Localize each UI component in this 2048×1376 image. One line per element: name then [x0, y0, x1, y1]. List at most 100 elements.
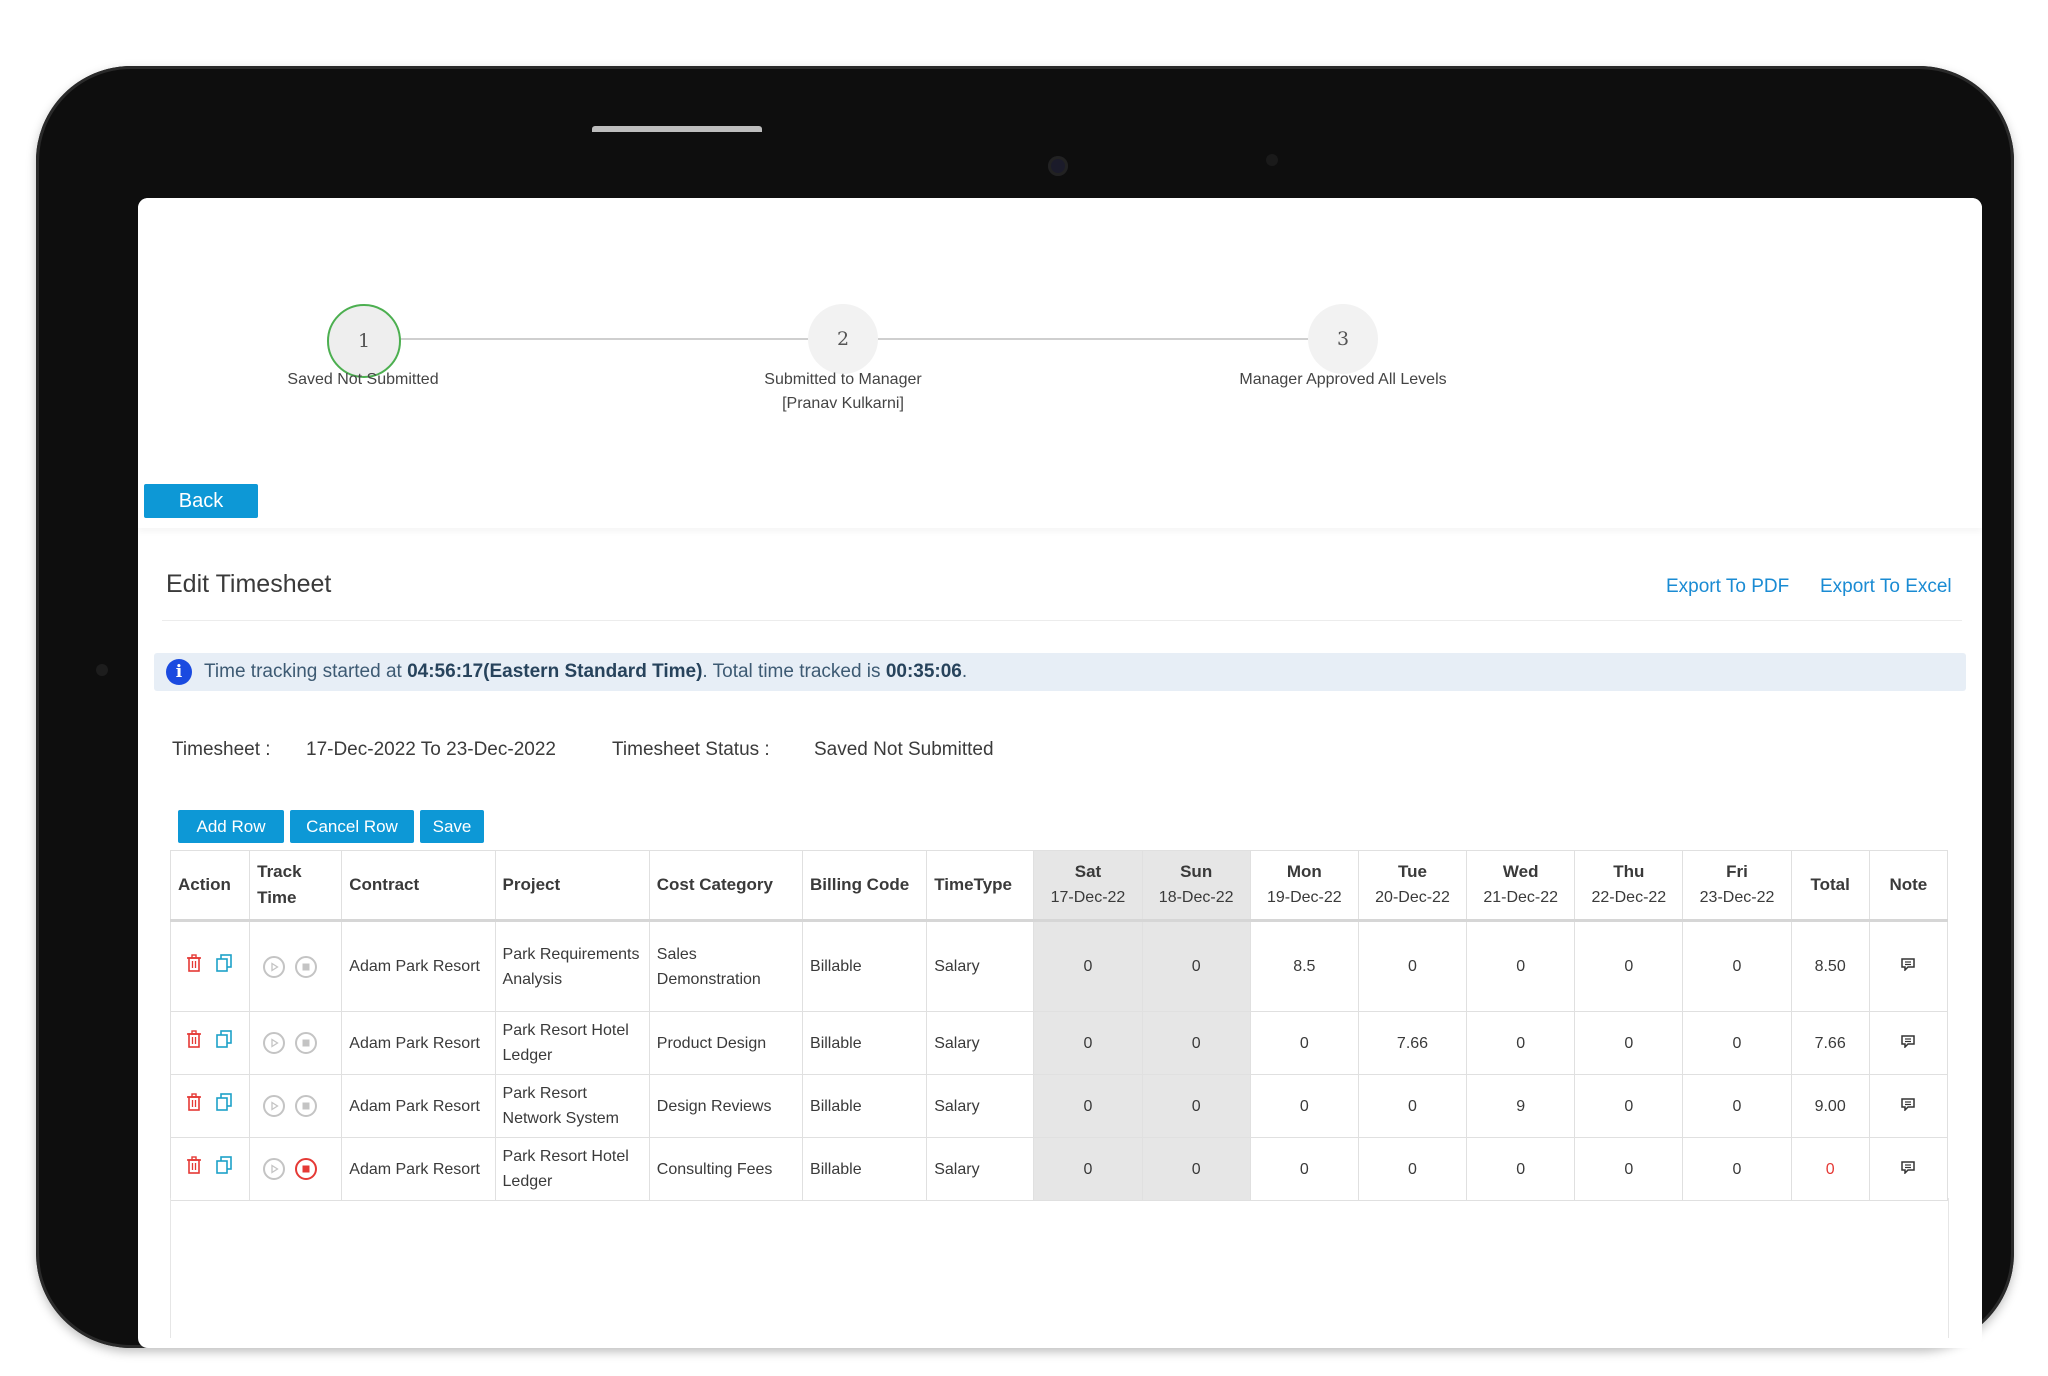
- cell-hours[interactable]: 0: [1682, 1074, 1792, 1138]
- cell-hours[interactable]: 9: [1466, 1074, 1576, 1138]
- trash-icon[interactable]: [186, 953, 202, 980]
- cell-hours[interactable]: 0: [1574, 1074, 1684, 1138]
- cell-project: Park Resort Hotel Ledger: [494, 1137, 650, 1201]
- cell-timetype: Salary: [926, 1011, 1035, 1075]
- cell-billing-code: Billable: [802, 1137, 928, 1201]
- cell-hours[interactable]: 0: [1357, 1074, 1468, 1138]
- cell-hours[interactable]: 0: [1574, 1137, 1684, 1201]
- cell-hours[interactable]: 8.5: [1249, 920, 1359, 1012]
- timesheet-table: Action Track Time Contract Project Cost …: [169, 850, 1949, 1201]
- info-middle: . Total time tracked is: [702, 661, 886, 682]
- cell-hours[interactable]: 0: [1033, 1137, 1143, 1201]
- cell-hours[interactable]: 0: [1574, 920, 1684, 1012]
- comment-icon[interactable]: [1901, 1094, 1916, 1119]
- app-screen: 1 Saved Not Submitted 2 Submitted to Man…: [138, 198, 1982, 1348]
- cell-hours[interactable]: 0: [1249, 1137, 1359, 1201]
- cell-total: 0: [1790, 1137, 1870, 1201]
- save-button[interactable]: Save: [420, 810, 484, 843]
- col-billing-code: Billing Code: [802, 850, 928, 922]
- cell-note: [1868, 1137, 1949, 1201]
- step-2-sublabel: [Pranav Kulkarni]: [782, 395, 904, 412]
- cell-cost-category: Product Design: [648, 1011, 804, 1075]
- play-icon[interactable]: [263, 1158, 286, 1180]
- cell-timetype: Salary: [926, 1137, 1035, 1201]
- cell-contract: Adam Park Resort: [341, 1137, 496, 1201]
- export-pdf-link[interactable]: Export To PDF: [1666, 576, 1789, 598]
- info-total-time: 00:35:06: [885, 661, 962, 682]
- cell-hours[interactable]: 0: [1466, 1011, 1576, 1075]
- cell-hours[interactable]: 0: [1141, 1074, 1251, 1138]
- trash-icon[interactable]: [186, 1156, 202, 1182]
- cell-timetype: Salary: [926, 920, 1035, 1012]
- cell-hours[interactable]: 0: [1141, 1137, 1251, 1201]
- table-header-row: Action Track Time Contract Project Cost …: [169, 850, 1949, 922]
- cell-hours[interactable]: 7.66: [1357, 1011, 1468, 1075]
- cell-hours[interactable]: 0: [1033, 1074, 1143, 1138]
- col-contract: Contract: [341, 850, 496, 922]
- step-1-circle: 1: [327, 304, 401, 378]
- timesheet-range: 17-Dec-2022 To 23-Dec-2022: [306, 739, 556, 760]
- cell-hours[interactable]: 0: [1033, 920, 1143, 1012]
- row-track-time: [249, 1137, 343, 1201]
- col-cost-category: Cost Category: [648, 850, 804, 922]
- info-prefix: Time tracking started at: [204, 661, 408, 682]
- cell-hours[interactable]: 0: [1357, 920, 1468, 1012]
- trash-icon[interactable]: [186, 1093, 202, 1119]
- trash-icon[interactable]: [186, 1030, 202, 1056]
- copy-icon[interactable]: [216, 1030, 232, 1056]
- copy-icon[interactable]: [216, 1093, 232, 1119]
- cell-hours[interactable]: 0: [1682, 1011, 1792, 1075]
- side-sensor: [96, 664, 108, 676]
- back-button[interactable]: Back: [144, 484, 258, 518]
- cancel-row-button[interactable]: Cancel Row: [290, 810, 414, 843]
- col-day: Sat 17-Dec-22: [1033, 850, 1143, 922]
- copy-icon[interactable]: [216, 1156, 232, 1182]
- cell-project: Park Resort Network System: [494, 1074, 650, 1138]
- comment-icon[interactable]: [1901, 954, 1916, 979]
- cell-hours[interactable]: 0: [1033, 1011, 1143, 1075]
- col-day: Mon 19-Dec-22: [1249, 850, 1359, 922]
- cell-contract: Adam Park Resort: [341, 1011, 496, 1075]
- cell-hours[interactable]: 0: [1249, 1074, 1359, 1138]
- play-icon[interactable]: [263, 1032, 286, 1054]
- table-border: [170, 1198, 171, 1338]
- cell-timetype: Salary: [926, 1074, 1035, 1138]
- status-label: Timesheet Status :: [612, 739, 770, 760]
- table-row: Adam Park Resort Park Resort Hotel Ledger…: [169, 1137, 1949, 1201]
- step-1-label: Saved Not Submitted: [287, 371, 439, 388]
- cell-note: [1868, 1011, 1949, 1075]
- cell-hours[interactable]: 0: [1682, 920, 1792, 1012]
- row-track-time: [249, 1074, 343, 1138]
- tablet-frame: 1 Saved Not Submitted 2 Submitted to Man…: [36, 66, 2014, 1348]
- comment-icon[interactable]: [1901, 1157, 1916, 1182]
- col-day: Fri 23-Dec-22: [1682, 850, 1792, 922]
- table-row: Adam Park Resort Park Resort Network Syst…: [169, 1074, 1949, 1138]
- info-icon: i: [166, 659, 192, 685]
- stop-icon[interactable]: [295, 955, 318, 978]
- cell-hours[interactable]: 0: [1141, 920, 1251, 1012]
- export-excel-link[interactable]: Export To Excel: [1820, 576, 1952, 598]
- cell-hours[interactable]: 0: [1682, 1137, 1792, 1201]
- cell-note: [1868, 1074, 1949, 1138]
- stop-icon[interactable]: [295, 1095, 318, 1117]
- cell-project: Park Resort Hotel Ledger: [494, 1011, 650, 1075]
- play-icon[interactable]: [263, 955, 286, 978]
- play-icon[interactable]: [263, 1095, 286, 1117]
- col-day: Wed 21-Dec-22: [1466, 850, 1576, 922]
- cell-total: 7.66: [1790, 1011, 1870, 1075]
- cell-hours[interactable]: 0: [1466, 1137, 1576, 1201]
- stop-icon[interactable]: [295, 1032, 318, 1054]
- cell-hours[interactable]: 0: [1249, 1011, 1359, 1075]
- copy-icon[interactable]: [216, 953, 232, 980]
- cell-hours[interactable]: 0: [1357, 1137, 1468, 1201]
- cell-hours[interactable]: 0: [1574, 1011, 1684, 1075]
- comment-icon[interactable]: [1901, 1031, 1916, 1056]
- table-row: Adam Park Resort Park Requirements Analys…: [169, 920, 1949, 1012]
- stop-icon[interactable]: [295, 1158, 318, 1180]
- cell-hours[interactable]: 0: [1141, 1011, 1251, 1075]
- row-track-time: [249, 920, 343, 1012]
- cell-hours[interactable]: 0: [1466, 920, 1576, 1012]
- add-row-button[interactable]: Add Row: [178, 810, 284, 843]
- row-actions: [169, 1074, 251, 1138]
- page-title: Edit Timesheet: [166, 570, 332, 598]
